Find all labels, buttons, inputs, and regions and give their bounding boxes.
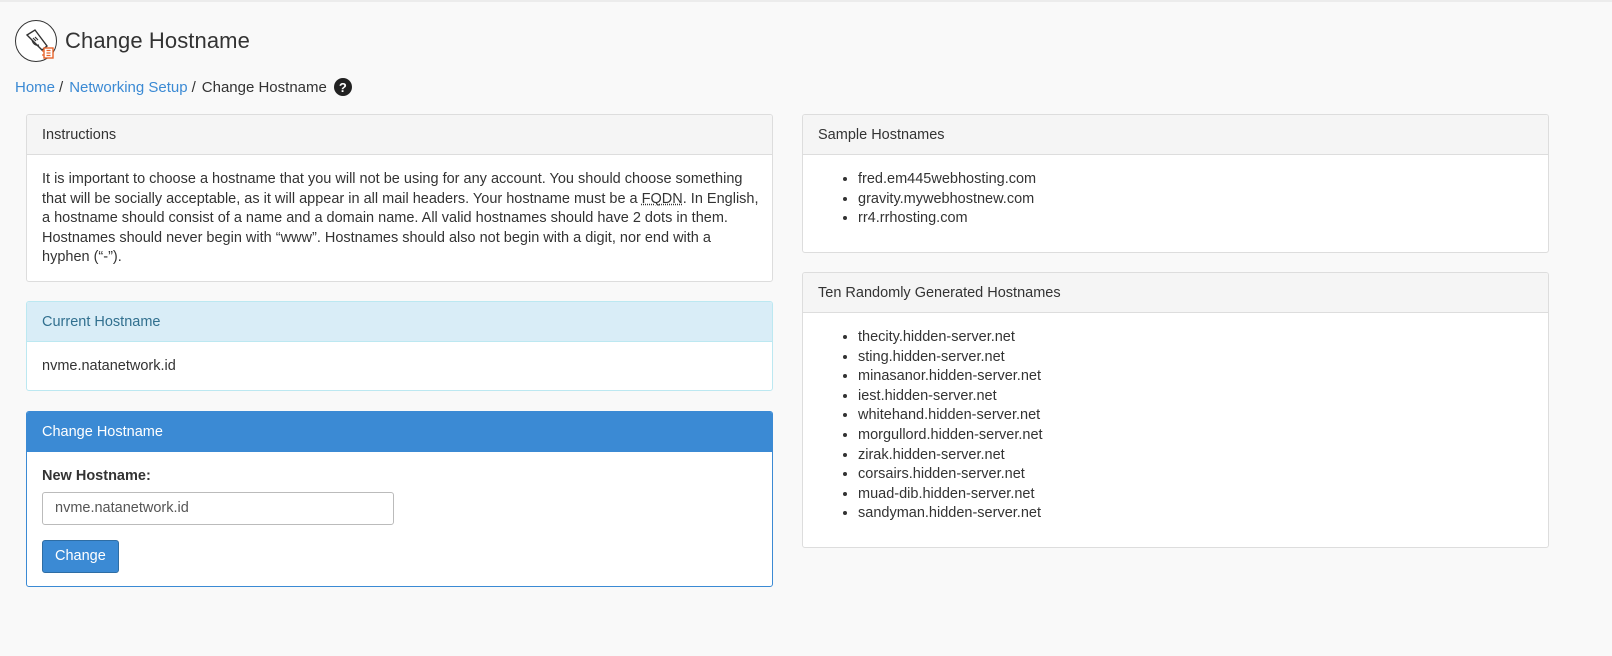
list-item: whitehand.hidden-server.net — [858, 406, 1533, 426]
list-item: sandyman.hidden-server.net — [858, 504, 1533, 524]
list-item: minasanor.hidden-server.net — [858, 367, 1533, 387]
instructions-panel: Instructions It is important to choose a… — [26, 114, 773, 282]
fqdn-abbreviation: FQDN — [641, 190, 683, 207]
list-item: iest.hidden-server.net — [858, 387, 1533, 407]
instructions-text-part1: It is important to choose a hostname tha… — [42, 171, 743, 207]
top-border — [0, 0, 1612, 2]
sample-hostnames-list: fred.em445webhosting.com gravity.mywebho… — [818, 170, 1533, 229]
new-hostname-label: New Hostname: — [42, 468, 151, 484]
list-item: zirak.hidden-server.net — [858, 446, 1533, 466]
current-hostname-value: nvme.natanetwork.id — [42, 358, 176, 374]
network-hostname-icon — [15, 20, 57, 62]
instructions-heading: Instructions — [27, 115, 772, 155]
list-item: thecity.hidden-server.net — [858, 328, 1533, 348]
page-title: Change Hostname — [65, 28, 250, 53]
change-button[interactable]: Change — [42, 539, 119, 573]
current-hostname-heading: Current Hostname — [27, 302, 772, 342]
current-hostname-panel: Current Hostname nvme.natanetwork.id — [26, 301, 773, 391]
random-hostnames-panel: Ten Randomly Generated Hostnames thecity… — [802, 272, 1549, 548]
random-hostnames-list: thecity.hidden-server.net sting.hidden-s… — [818, 328, 1533, 524]
breadcrumb-separator: / — [191, 78, 196, 96]
breadcrumb-current: Change Hostname — [201, 78, 327, 96]
list-item: morgullord.hidden-server.net — [858, 426, 1533, 446]
sample-hostnames-panel: Sample Hostnames fred.em445webhosting.co… — [802, 114, 1549, 253]
change-hostname-heading: Change Hostname — [27, 412, 772, 452]
breadcrumb-separator: / — [59, 78, 64, 96]
page-header: Change Hostname — [15, 19, 250, 63]
breadcrumb-home-link[interactable]: Home — [15, 79, 55, 96]
list-item: corsairs.hidden-server.net — [858, 465, 1533, 485]
new-hostname-input[interactable] — [42, 491, 394, 525]
list-item: muad-dib.hidden-server.net — [858, 485, 1533, 505]
random-hostnames-body: thecity.hidden-server.net sting.hidden-s… — [803, 313, 1548, 539]
list-item: sting.hidden-server.net — [858, 348, 1533, 368]
list-item: gravity.mywebhostnew.com — [858, 190, 1533, 210]
breadcrumb-networking-link[interactable]: Networking Setup — [69, 79, 187, 96]
breadcrumb: Home / Networking Setup / Change Hostnam… — [15, 77, 352, 97]
sample-hostnames-heading: Sample Hostnames — [803, 115, 1548, 155]
list-item: fred.em445webhosting.com — [858, 170, 1533, 190]
change-hostname-form: New Hostname: Change — [27, 452, 772, 586]
instructions-text: It is important to choose a hostname tha… — [27, 155, 772, 281]
change-hostname-panel: Change Hostname New Hostname: Change — [26, 411, 773, 587]
random-hostnames-heading: Ten Randomly Generated Hostnames — [803, 273, 1548, 313]
sample-hostnames-body: fred.em445webhosting.com gravity.mywebho… — [803, 155, 1548, 244]
help-icon[interactable]: ? — [333, 78, 352, 96]
list-item: rr4.rrhosting.com — [858, 209, 1533, 229]
